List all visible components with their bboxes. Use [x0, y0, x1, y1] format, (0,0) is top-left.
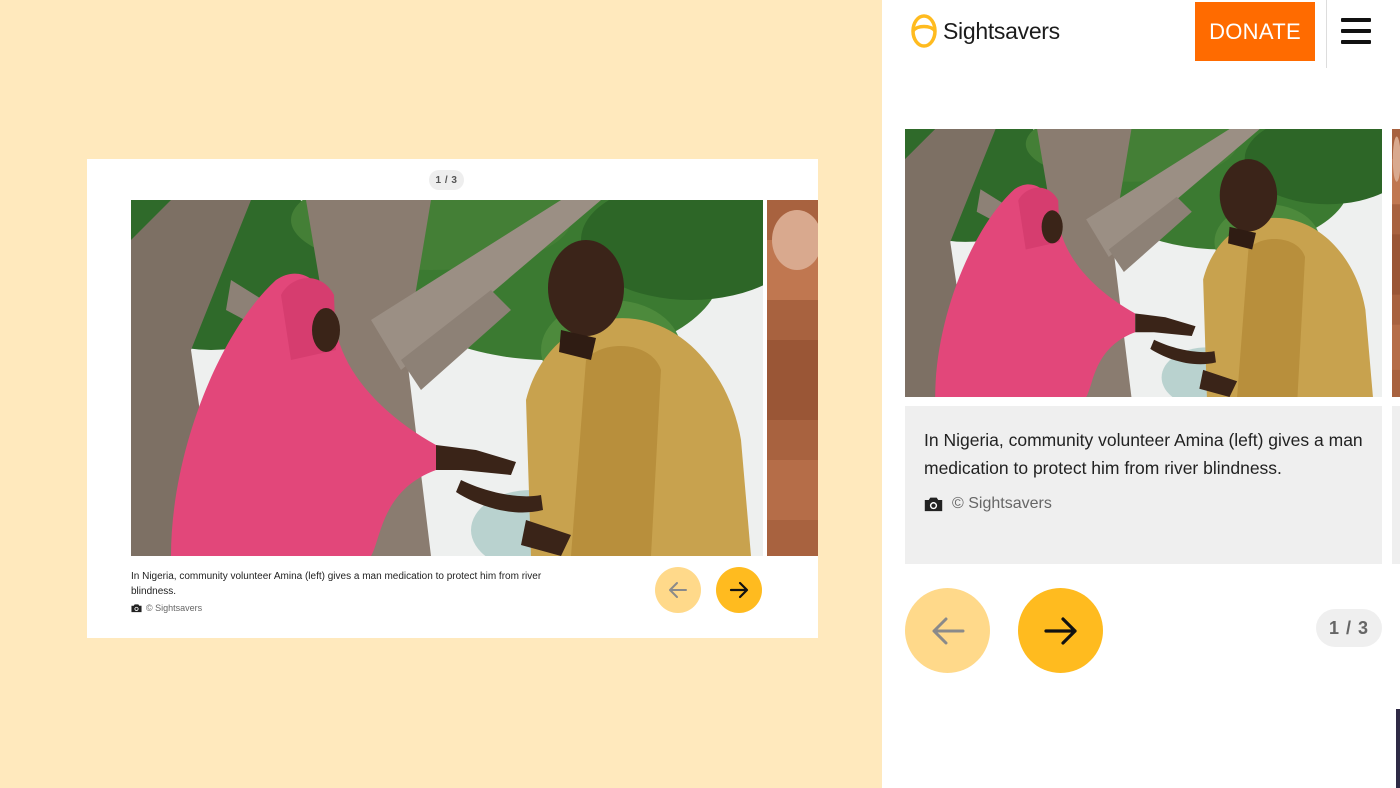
slide-caption: In Nigeria, community volunteer Amina (l…	[131, 571, 542, 597]
previous-slide-button[interactable]	[905, 588, 990, 673]
sightsavers-logo[interactable]: Sightsavers	[910, 13, 1060, 49]
camera-icon	[924, 497, 943, 512]
slide-photo	[905, 129, 1382, 397]
arrow-left-icon	[669, 582, 687, 598]
photo-credit-text: © Sightsavers	[952, 495, 1052, 512]
arrow-left-icon	[932, 617, 964, 644]
camera-icon	[131, 604, 142, 613]
sightsavers-logo-icon	[911, 14, 937, 48]
hamburger-menu-icon[interactable]	[1341, 18, 1371, 44]
slide-counter: 1 / 3	[1316, 609, 1382, 647]
slide-photo	[131, 200, 763, 556]
slide-caption: In Nigeria, community volunteer Amina (l…	[924, 430, 1363, 478]
next-slide-button[interactable]	[716, 567, 762, 613]
arrow-right-icon	[1043, 616, 1077, 645]
slide-caption-box: In Nigeria, community volunteer Amina (l…	[905, 406, 1382, 564]
logo-text: Sightsavers	[943, 17, 1060, 44]
slide-counter: 1 / 3	[429, 170, 464, 190]
next-slide-peek[interactable]	[767, 200, 818, 556]
next-slide-caption-peek	[1392, 406, 1400, 564]
previous-slide-button[interactable]	[655, 567, 701, 613]
donate-button[interactable]: DONATE	[1195, 2, 1315, 61]
scrollbar-edge	[1396, 709, 1400, 788]
arrow-right-icon	[729, 581, 749, 599]
photo-credit: © Sightsavers	[131, 603, 202, 613]
desktop-preview-pane: 1 / 3 In Nigeria, community volunteer Am…	[0, 0, 882, 788]
mobile-preview-pane: Sightsavers DONATE In Nigeria, community…	[882, 0, 1400, 788]
next-slide-button[interactable]	[1018, 588, 1103, 673]
next-slide-peek[interactable]	[1392, 129, 1400, 397]
photo-credit-text: © Sightsavers	[146, 603, 203, 613]
header-divider	[1326, 0, 1327, 68]
photo-credit: © Sightsavers	[924, 495, 1052, 513]
